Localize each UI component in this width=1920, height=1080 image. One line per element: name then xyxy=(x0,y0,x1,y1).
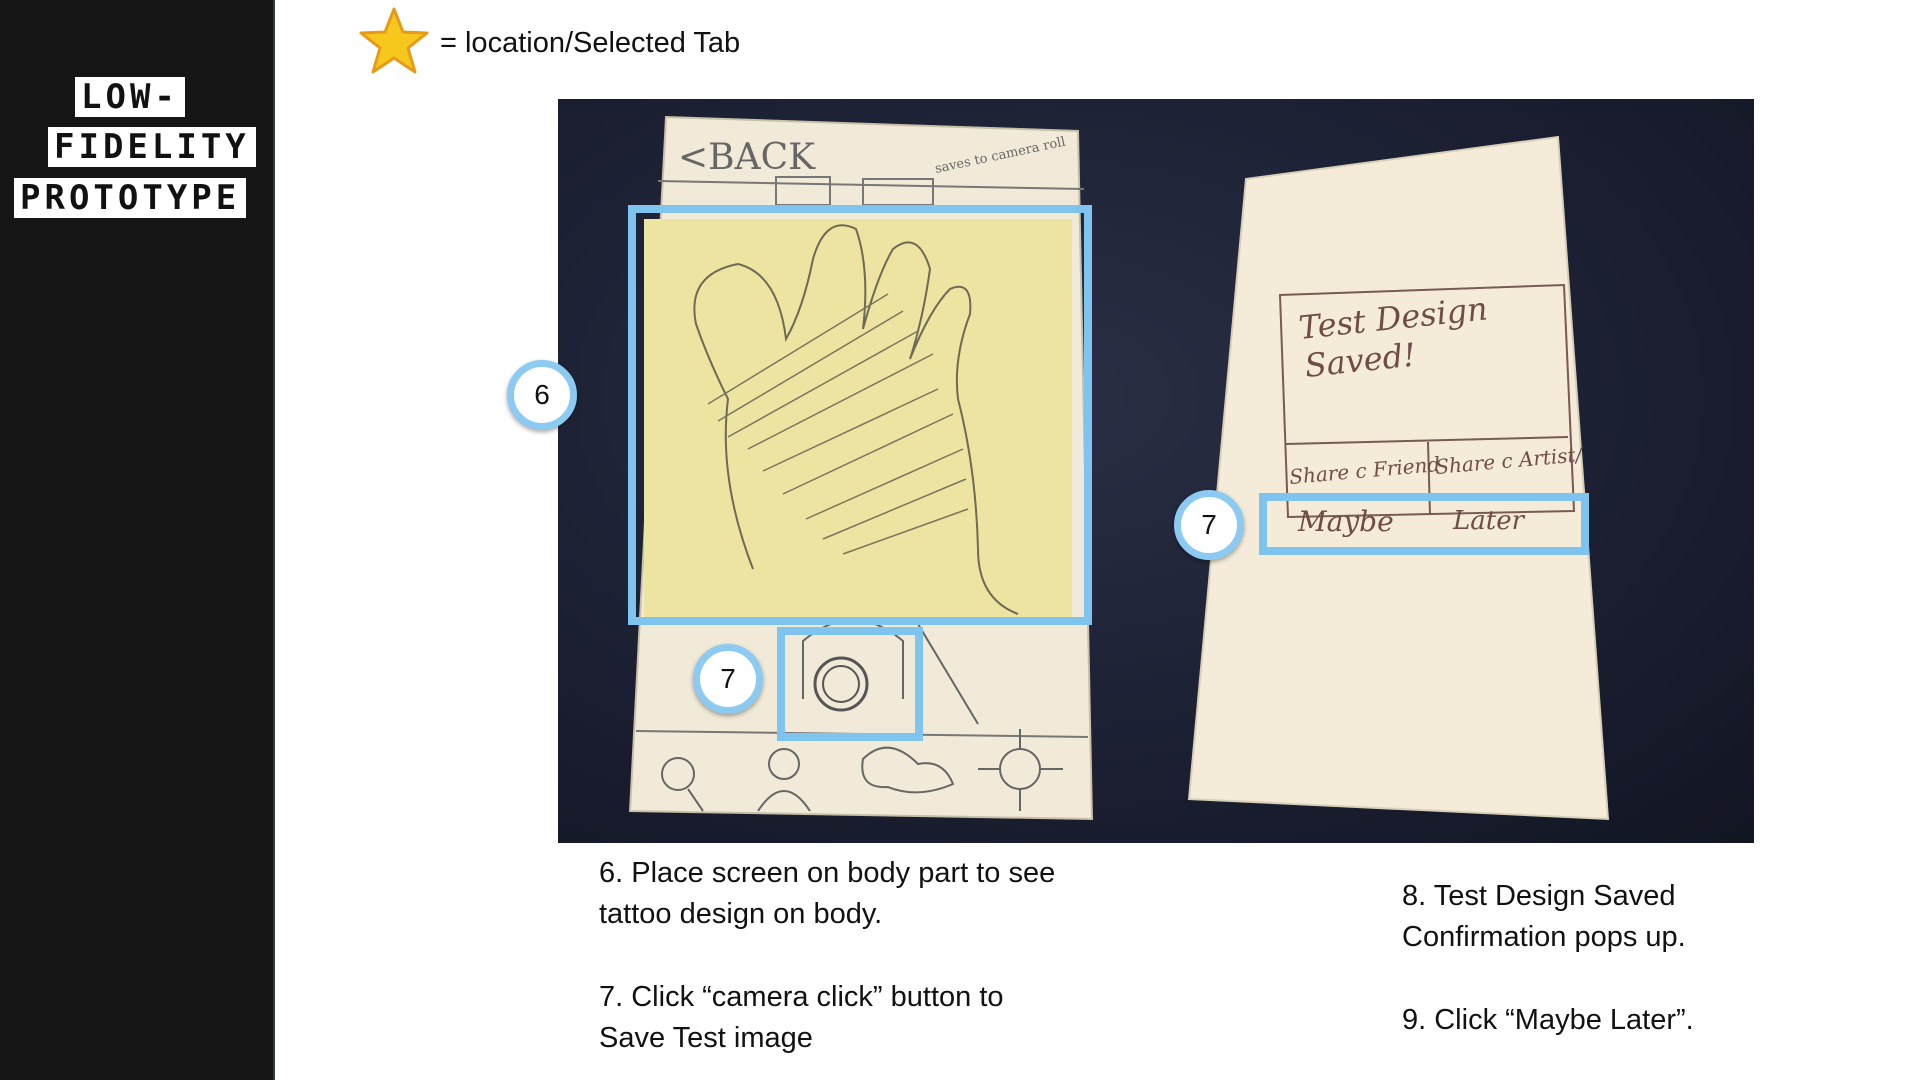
caption-step-8-line-1: 8. Test Design Saved xyxy=(1402,880,1676,912)
caption-step-6: 6. Place screen on body part to see tatt… xyxy=(599,853,1055,935)
caption-step-7-line-1: 7. Click “camera click” button to xyxy=(599,981,1004,1013)
back-label: <BACK xyxy=(678,137,816,178)
star-icon xyxy=(359,7,429,74)
camera-click-button[interactable] xyxy=(777,627,923,741)
caption-step-8-line-2: Confirmation pops up. xyxy=(1402,921,1686,953)
caption-step-6-line-1: 6. Place screen on body part to see xyxy=(599,857,1056,889)
caption-step-8: 8. Test Design Saved Confirmation pops u… xyxy=(1402,876,1686,958)
caption-step-6-line-2: tattoo design on body. xyxy=(599,898,883,930)
step-badge-7-camera: 7 xyxy=(693,644,763,714)
maybe-later-button[interactable] xyxy=(1259,493,1589,555)
sidebar: LOW- FIDELITY PROTOTYPE xyxy=(0,0,275,1080)
title-line-1: LOW- xyxy=(75,77,185,117)
legend-text: = location/Selected Tab xyxy=(440,27,741,59)
step-badge-7-maybe: 7 xyxy=(1174,490,1244,560)
title-line-2: FIDELITY xyxy=(48,127,256,167)
title-line-3: PROTOTYPE xyxy=(14,178,247,218)
screen-highlight xyxy=(628,205,1092,625)
caption-step-7-line-2: Save Test image xyxy=(599,1022,813,1054)
caption-step-9-line-1: 9. Click “Maybe Later”. xyxy=(1402,1004,1694,1036)
step-badge-6: 6 xyxy=(507,360,577,430)
caption-step-7: 7. Click “camera click” button to Save T… xyxy=(599,977,1004,1059)
caption-step-9: 9. Click “Maybe Later”. xyxy=(1402,1000,1694,1041)
